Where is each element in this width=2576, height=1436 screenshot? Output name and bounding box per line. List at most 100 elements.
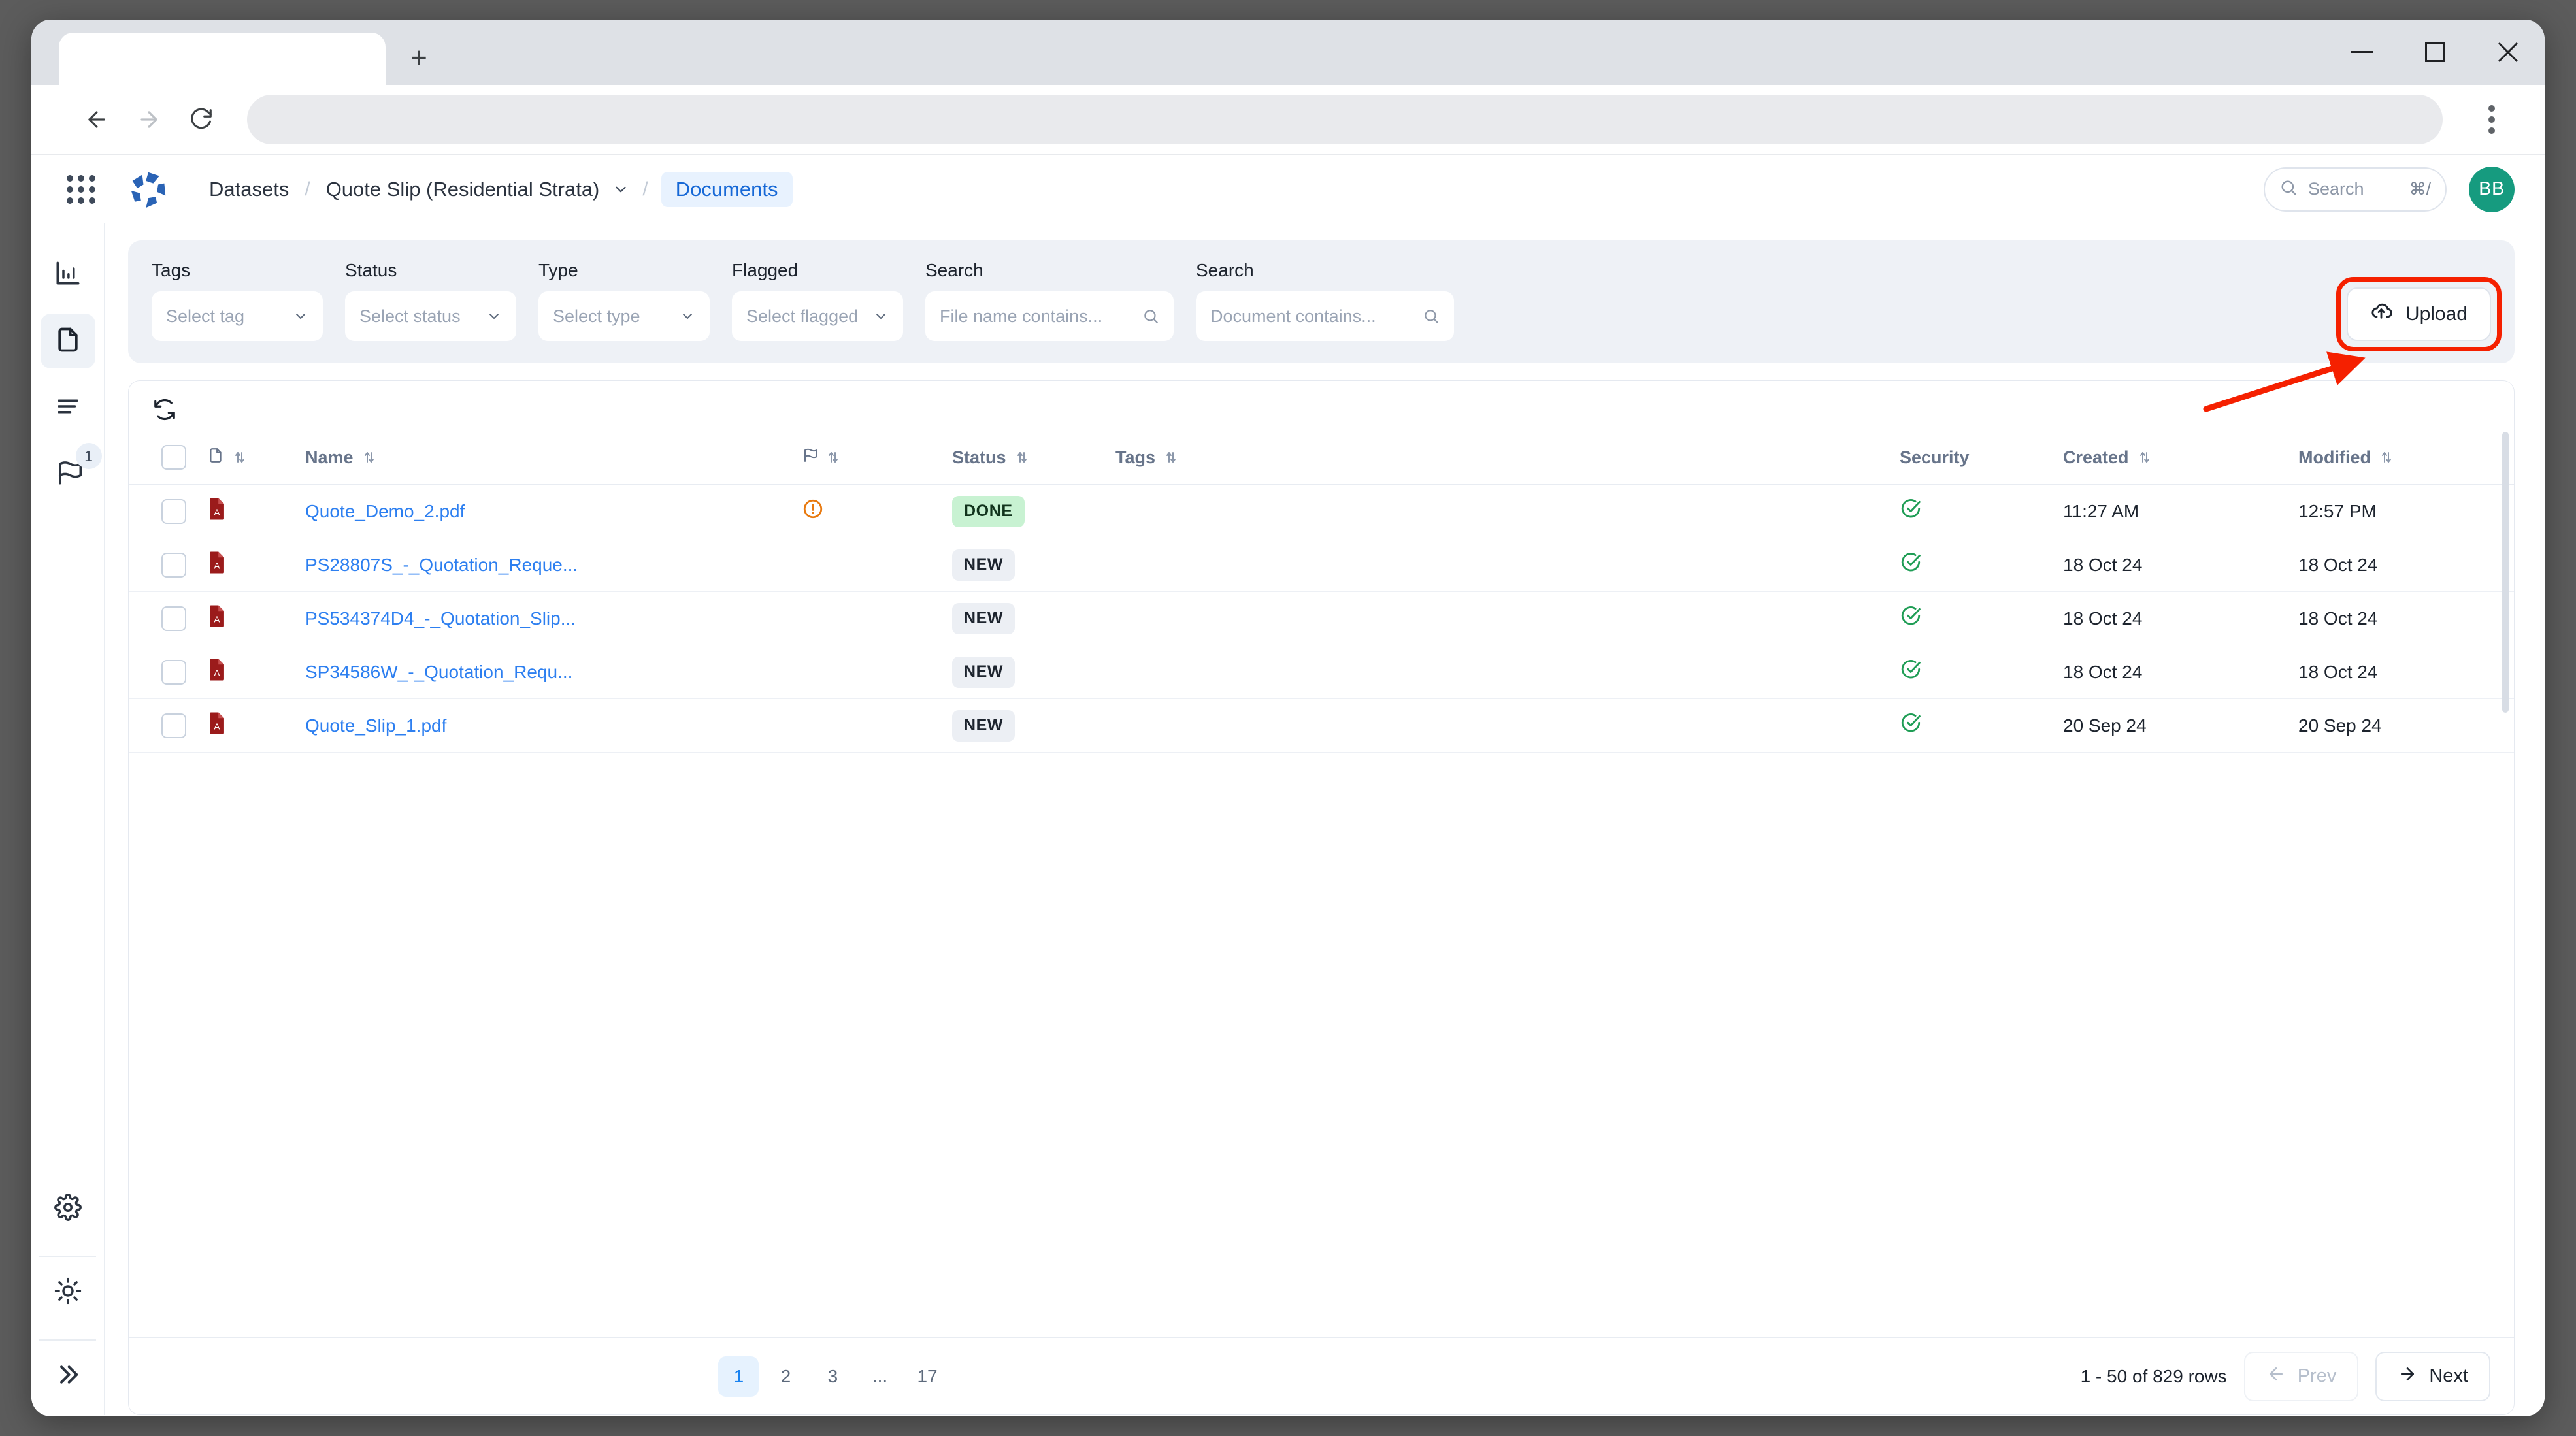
- brand-logo-icon[interactable]: [127, 168, 170, 211]
- breadcrumb-item-dataset[interactable]: Quote Slip (Residential Strata): [323, 178, 603, 201]
- document-name-link[interactable]: Quote_Slip_1.pdf: [305, 715, 446, 736]
- table-row[interactable]: AQuote_Demo_2.pdfDONE11:27 AM12:57 PM: [129, 485, 2515, 538]
- table-scrollbar[interactable]: [2502, 432, 2509, 1336]
- main-content: Tags Select tag Status Select status: [105, 223, 2545, 1415]
- close-icon[interactable]: [2471, 20, 2545, 85]
- table-row[interactable]: AQuote_Slip_1.pdfNEW20 Sep 2420 Sep 24: [129, 699, 2515, 753]
- row-select-cell[interactable]: [129, 699, 207, 753]
- row-name-cell[interactable]: Quote_Slip_1.pdf: [305, 699, 802, 753]
- search-shortcut-hint: ⌘/: [2409, 179, 2431, 199]
- scrollbar-thumb[interactable]: [2502, 432, 2509, 713]
- header-flag[interactable]: [802, 438, 952, 485]
- flagged-select[interactable]: Select flagged: [732, 291, 903, 341]
- header-modified[interactable]: Modified: [2298, 438, 2515, 485]
- type-select[interactable]: Select type: [538, 291, 710, 341]
- breadcrumb-item-datasets[interactable]: Datasets: [206, 178, 291, 201]
- table-row[interactable]: APS534374D4_-_Quotation_Slip...NEW18 Oct…: [129, 592, 2515, 645]
- row-created-cell: 18 Oct 24: [2063, 592, 2298, 645]
- row-filetype-cell: A: [207, 538, 305, 592]
- document-name-link[interactable]: PS534374D4_-_Quotation_Slip...: [305, 608, 576, 628]
- breadcrumb-item-documents[interactable]: Documents: [661, 172, 793, 207]
- refresh-icon[interactable]: [152, 397, 177, 422]
- row-select-cell[interactable]: [129, 645, 207, 699]
- header-select-all[interactable]: [129, 438, 207, 485]
- prev-page-button[interactable]: Prev: [2244, 1352, 2359, 1401]
- chevron-down-icon[interactable]: [612, 181, 629, 198]
- document-name-link[interactable]: SP34586W_-_Quotation_Requ...: [305, 662, 572, 682]
- table-row[interactable]: ASP34586W_-_Quotation_Requ...NEW18 Oct 2…: [129, 645, 2515, 699]
- app-launcher-icon[interactable]: [67, 175, 95, 204]
- browser-menu-icon[interactable]: [2469, 93, 2515, 146]
- row-security-cell: [1900, 645, 2063, 699]
- warning-icon[interactable]: [802, 498, 824, 520]
- row-select-cell[interactable]: [129, 485, 207, 538]
- tag-select[interactable]: Select tag: [152, 291, 323, 341]
- reload-icon[interactable]: [175, 93, 227, 146]
- row-checkbox[interactable]: [161, 606, 186, 631]
- url-input[interactable]: [247, 95, 2443, 144]
- header-name[interactable]: Name: [305, 438, 802, 485]
- pagination-page-17[interactable]: 17: [906, 1356, 948, 1397]
- row-checkbox[interactable]: [161, 660, 186, 685]
- header-status[interactable]: Status: [952, 438, 1115, 485]
- row-filetype-cell: A: [207, 592, 305, 645]
- global-search-input[interactable]: Search ⌘/: [2264, 167, 2447, 212]
- next-page-button[interactable]: Next: [2375, 1352, 2490, 1401]
- sidebar-expand-button[interactable]: [41, 1348, 95, 1403]
- browser-tab[interactable]: [59, 33, 386, 85]
- pagination-page-2[interactable]: 2: [765, 1356, 806, 1397]
- row-checkbox[interactable]: [161, 553, 186, 578]
- svg-text:A: A: [214, 722, 220, 732]
- table-row[interactable]: APS28807S_-_Quotation_Reque...NEW18 Oct …: [129, 538, 2515, 592]
- maximize-icon[interactable]: [2398, 20, 2471, 85]
- filter-status: Status Select status: [345, 260, 516, 341]
- verified-check-icon: [1900, 712, 1922, 734]
- header-type[interactable]: [207, 438, 305, 485]
- row-name-cell[interactable]: SP34586W_-_Quotation_Requ...: [305, 645, 802, 699]
- new-tab-button[interactable]: +: [399, 38, 439, 78]
- document-name-link[interactable]: PS28807S_-_Quotation_Reque...: [305, 555, 578, 575]
- filter-bar: Tags Select tag Status Select status: [128, 240, 2515, 363]
- row-select-cell[interactable]: [129, 538, 207, 592]
- header-tags[interactable]: Tags: [1115, 438, 1900, 485]
- row-name-cell[interactable]: PS28807S_-_Quotation_Reque...: [305, 538, 802, 592]
- back-icon[interactable]: [71, 93, 123, 146]
- document-icon: [54, 325, 82, 357]
- sidebar-item-analytics[interactable]: [41, 247, 95, 302]
- status-select[interactable]: Select status: [345, 291, 516, 341]
- sidebar-item-records[interactable]: [41, 380, 95, 435]
- document-search-input[interactable]: Document contains...: [1196, 291, 1454, 341]
- row-status-cell: NEW: [952, 699, 1115, 753]
- filter-status-label: Status: [345, 260, 516, 281]
- status-badge: NEW: [952, 710, 1015, 742]
- sort-icon: [2137, 449, 2153, 465]
- pdf-file-icon: A: [207, 664, 227, 685]
- upload-button[interactable]: Upload: [2347, 287, 2491, 341]
- row-select-cell[interactable]: [129, 592, 207, 645]
- row-filetype-cell: A: [207, 485, 305, 538]
- filename-search-input[interactable]: File name contains...: [925, 291, 1174, 341]
- documents-table: Name: [129, 438, 2515, 753]
- sidebar-item-documents[interactable]: [41, 314, 95, 368]
- header-created[interactable]: Created: [2063, 438, 2298, 485]
- row-name-cell[interactable]: Quote_Demo_2.pdf: [305, 485, 802, 538]
- pagination-page-1[interactable]: 1: [718, 1356, 759, 1397]
- select-all-checkbox[interactable]: [161, 445, 186, 470]
- sidebar-item-settings[interactable]: [41, 1181, 95, 1236]
- status-badge: NEW: [952, 657, 1015, 688]
- filter-type-label: Type: [538, 260, 710, 281]
- forward-icon[interactable]: [123, 93, 175, 146]
- document-name-link[interactable]: Quote_Demo_2.pdf: [305, 501, 465, 521]
- pdf-file-icon: A: [207, 504, 227, 524]
- pagination-page-3[interactable]: 3: [812, 1356, 853, 1397]
- row-status-cell: DONE: [952, 485, 1115, 538]
- row-checkbox[interactable]: [161, 713, 186, 738]
- sidebar-item-flagged[interactable]: 1: [41, 447, 95, 502]
- row-checkbox[interactable]: [161, 499, 186, 524]
- row-security-cell: [1900, 485, 2063, 538]
- global-search-placeholder: Search: [2308, 179, 2399, 199]
- minimize-icon[interactable]: [2325, 20, 2398, 85]
- row-name-cell[interactable]: PS534374D4_-_Quotation_Slip...: [305, 592, 802, 645]
- avatar[interactable]: BB: [2469, 167, 2515, 212]
- sidebar-item-theme[interactable]: [41, 1265, 95, 1320]
